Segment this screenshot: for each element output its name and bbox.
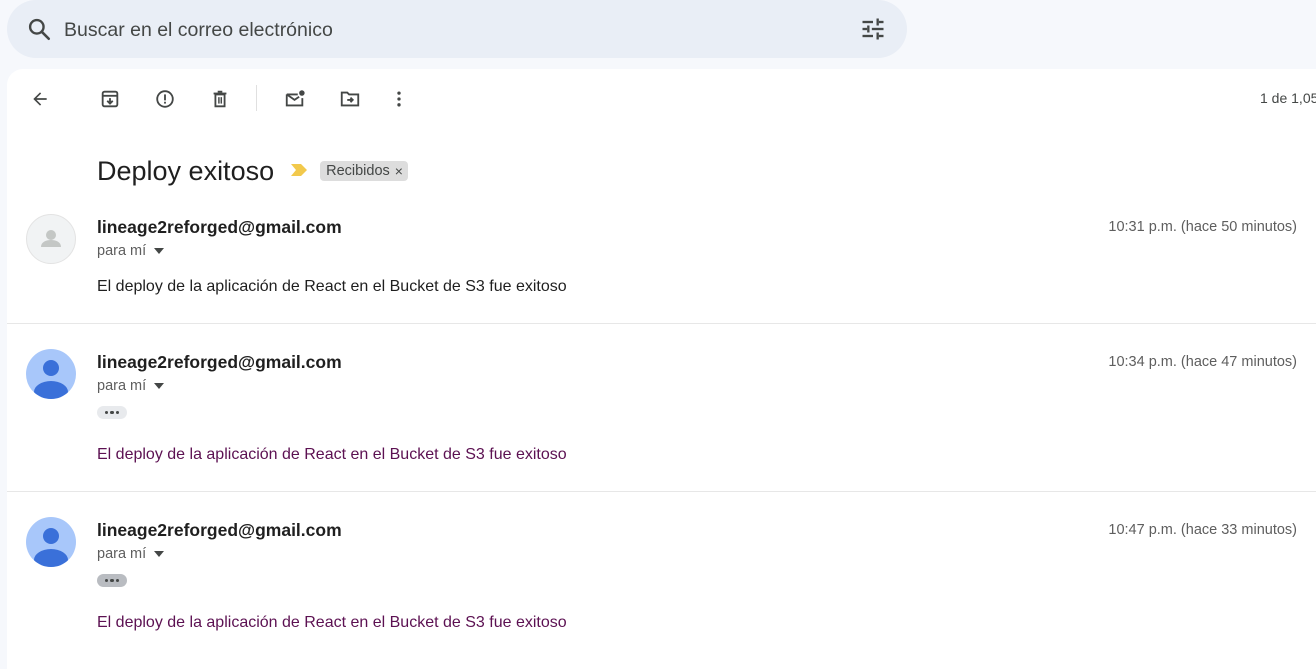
message-body: El deploy de la aplicación de React en e… [97,614,567,631]
recipients-text: para mí [97,546,147,562]
sender-name: lineage2reforged@gmail.com [97,520,342,540]
recipients-toggle[interactable]: para mí [97,378,165,394]
report-spam-icon [156,90,174,108]
show-trimmed-content-button[interactable] [97,574,127,587]
email-subject: Deploy exitoso [97,155,275,186]
message-time: 10:34 p.m. (hace 47 minutos) [1108,354,1297,370]
pagination-text: 1 de 1,05 [1260,90,1316,106]
toolbar-divider [256,85,257,111]
show-trimmed-content-button[interactable] [97,406,127,419]
move-to-button[interactable] [335,84,365,114]
mark-unread-icon [285,90,305,107]
avatar [26,214,76,264]
label-chip-recibidos[interactable]: Recibidos × [320,161,408,181]
avatar [26,517,76,567]
sender-name: lineage2reforged@gmail.com [97,352,342,372]
subject-row: Deploy exitoso Recibidos × [97,153,408,189]
tune-icon[interactable] [859,15,887,43]
search-input[interactable] [62,14,826,46]
back-button[interactable] [25,84,55,114]
message-divider [7,323,1316,324]
caret-down-icon [154,551,165,557]
delete-button[interactable] [205,84,235,114]
arrow-back-icon [33,92,47,106]
recipients-text: para mí [97,378,147,394]
recipients-text: para mí [97,243,147,259]
message-body: El deploy de la aplicación de React en e… [97,446,567,463]
recipients-toggle[interactable]: para mí [97,546,165,562]
more-options-button[interactable] [384,84,414,114]
sender-name: lineage2reforged@gmail.com [97,217,342,237]
delete-icon [213,90,227,108]
message-divider [7,491,1316,492]
archive-icon [101,90,119,108]
caret-down-icon [154,248,165,254]
recipients-toggle[interactable]: para mí [97,243,165,259]
label-chip-text: Recibidos [326,163,390,179]
avatar [26,349,76,399]
move-to-icon [340,91,360,107]
archive-button[interactable] [95,84,125,114]
mark-unread-button[interactable] [280,84,310,114]
report-spam-button[interactable] [150,84,180,114]
search-icon[interactable] [26,16,52,42]
message-time: 10:47 p.m. (hace 33 minutos) [1108,522,1297,538]
message-time: 10:31 p.m. (hace 50 minutos) [1108,219,1297,235]
caret-down-icon [154,383,165,389]
message-body: El deploy de la aplicación de React en e… [97,278,567,295]
remove-label-icon[interactable]: × [395,163,403,179]
more-vert-icon [397,91,401,107]
search-bar [7,0,907,58]
important-marker-icon[interactable] [290,163,308,182]
message-view-panel: 1 de 1,05 Deploy exitoso Recibidos × lin… [7,69,1316,669]
